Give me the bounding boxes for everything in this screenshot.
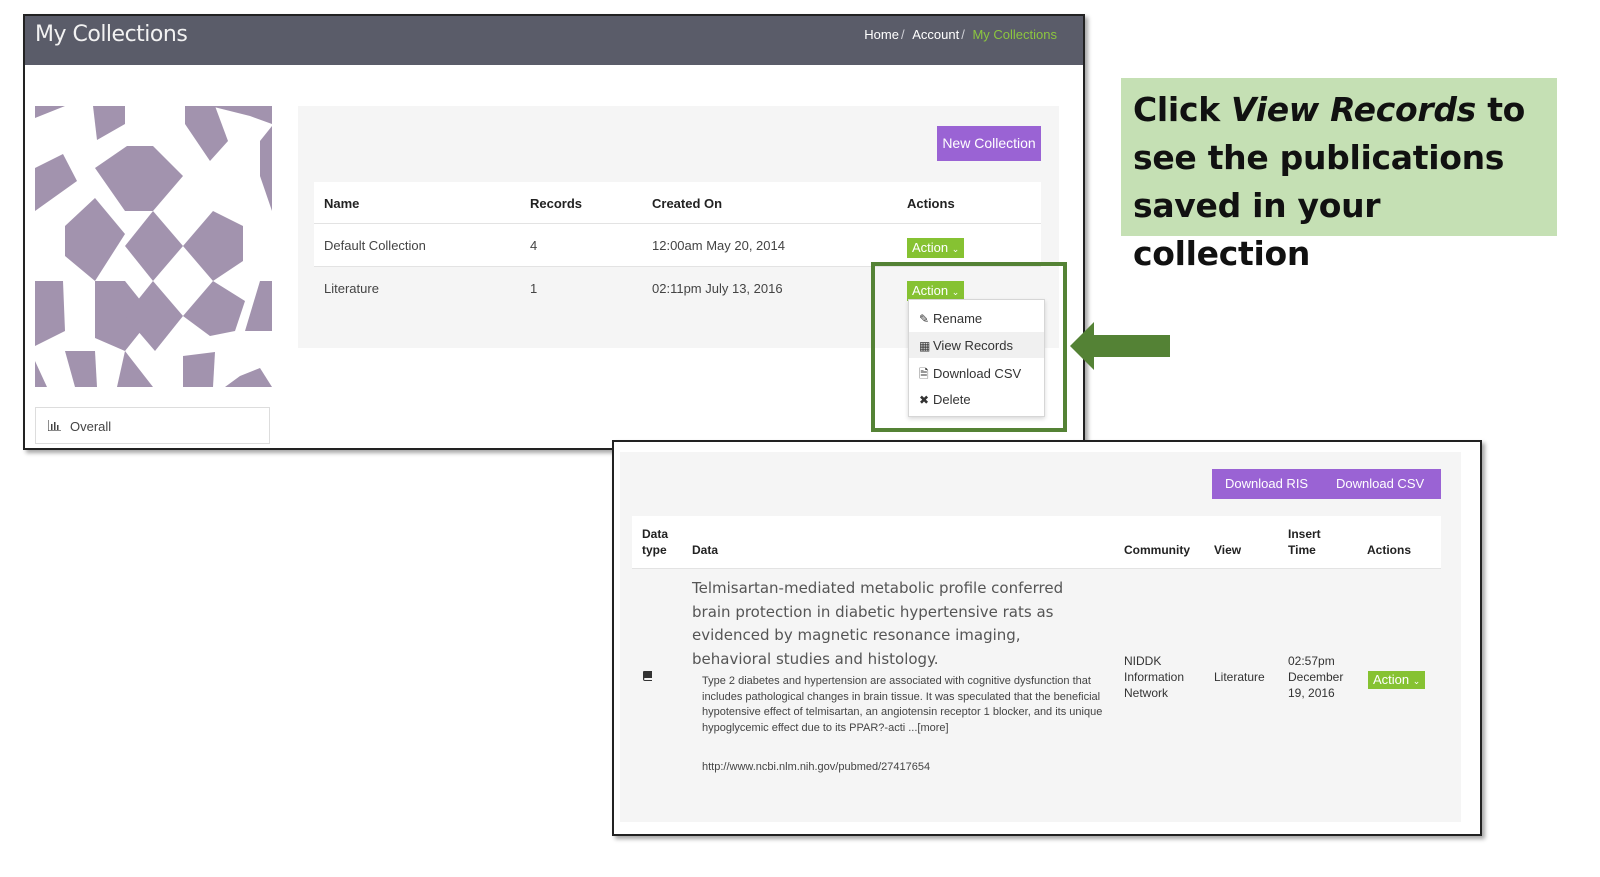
instruction-callout: Click View Records to see the publicatio… bbox=[1121, 78, 1557, 273]
table-icon: ▦ bbox=[919, 339, 931, 353]
community-name: NIDDK Information Network bbox=[1124, 654, 1185, 700]
col-actions: Actions bbox=[1367, 543, 1412, 557]
new-collection-button[interactable]: New Collection bbox=[937, 126, 1041, 161]
book-icon bbox=[642, 669, 653, 685]
bar-chart-icon bbox=[47, 419, 61, 434]
col-data: Data bbox=[692, 543, 719, 557]
col-data-type: Data type bbox=[642, 527, 669, 557]
download-button-group: Download RIS Download CSV bbox=[1212, 469, 1441, 499]
breadcrumb-separator: / bbox=[961, 27, 965, 42]
publication-title[interactable]: Telmisartan-mediated metabolic profile c… bbox=[692, 577, 1102, 671]
breadcrumb: Home / Account / My Collections bbox=[860, 27, 1057, 42]
action-dropdown-button[interactable]: Action ⌄ bbox=[1368, 671, 1426, 689]
top-bar: My Collections Home / Account / My Collect… bbox=[25, 16, 1083, 65]
pencil-icon: ✎ bbox=[919, 312, 930, 326]
action-menu: ✎ Rename ▦ View Records 🗎 Download CSV ✖ Del… bbox=[908, 299, 1045, 417]
file-icon: 🗎 bbox=[919, 367, 929, 381]
created-date: 02:11pm July 13, 2016 bbox=[652, 281, 783, 296]
chevron-down-icon: ⌄ bbox=[951, 244, 960, 254]
table-header: Name Records Created On Actions bbox=[314, 182, 1041, 224]
menu-item-rename[interactable]: ✎ Rename bbox=[909, 305, 1044, 331]
table-row: Telmisartan-mediated metabolic profile c… bbox=[632, 569, 1441, 799]
download-csv-button[interactable]: Download CSV bbox=[1336, 476, 1424, 491]
overall-label: Overall bbox=[70, 419, 112, 434]
col-view: View bbox=[1214, 543, 1242, 557]
menu-item-delete[interactable]: ✖ Delete bbox=[909, 386, 1044, 412]
page-title: My Collections bbox=[35, 22, 188, 47]
record-count: 4 bbox=[530, 238, 538, 253]
breadcrumb-account[interactable]: Account bbox=[912, 27, 959, 42]
chevron-down-icon: ⌄ bbox=[1412, 676, 1421, 686]
table-row: Default Collection 4 12:00am May 20, 201… bbox=[314, 224, 1041, 267]
records-screenshot: Download RIS Download CSV Data type Data … bbox=[612, 440, 1482, 836]
breadcrumb-current: My Collections bbox=[972, 27, 1057, 42]
col-name: Name bbox=[324, 196, 360, 211]
breadcrumb-home[interactable]: Home bbox=[864, 27, 899, 42]
col-created: Created On bbox=[652, 196, 723, 211]
breadcrumb-separator: / bbox=[900, 27, 905, 42]
col-actions: Actions bbox=[907, 196, 955, 211]
callout-text: Click bbox=[1133, 90, 1232, 129]
view-type: Literature bbox=[1214, 670, 1265, 684]
callout-emphasis: View Records bbox=[1231, 90, 1476, 129]
action-dropdown-button[interactable]: Action ⌄ bbox=[907, 238, 965, 258]
record-count: 1 bbox=[530, 281, 538, 296]
collections-screenshot: My Collections Home / Account / My Collect… bbox=[23, 14, 1085, 450]
menu-item-view-records[interactable]: ▦ View Records bbox=[909, 332, 1044, 358]
records-card: Download RIS Download CSV Data type Data … bbox=[620, 452, 1461, 822]
publication-abstract: Type 2 diabetes and hypertension are ass… bbox=[702, 675, 1103, 735]
collection-name[interactable]: Literature bbox=[324, 281, 379, 296]
overall-stats-link[interactable]: Overall bbox=[35, 407, 270, 444]
insert-time: 02:57pm December 19, 2016 bbox=[1288, 654, 1344, 700]
col-records: Records bbox=[530, 196, 583, 211]
col-insert-time: Insert Time bbox=[1288, 527, 1321, 557]
download-ris-button[interactable]: Download RIS bbox=[1225, 476, 1308, 491]
created-date: 12:00am May 20, 2014 bbox=[652, 238, 785, 253]
publication-url[interactable]: http://www.ncbi.nlm.nih.gov/pubmed/27417… bbox=[702, 761, 930, 773]
x-icon: ✖ bbox=[919, 393, 930, 407]
menu-item-download-csv[interactable]: 🗎 Download CSV bbox=[909, 359, 1044, 385]
collection-name[interactable]: Default Collection bbox=[324, 238, 426, 253]
records-table-header: Data type Data Community View Insert Time … bbox=[632, 516, 1441, 569]
collection-pattern-image bbox=[35, 106, 272, 387]
left-arrow-icon bbox=[1070, 322, 1170, 370]
col-community: Community bbox=[1124, 543, 1190, 557]
